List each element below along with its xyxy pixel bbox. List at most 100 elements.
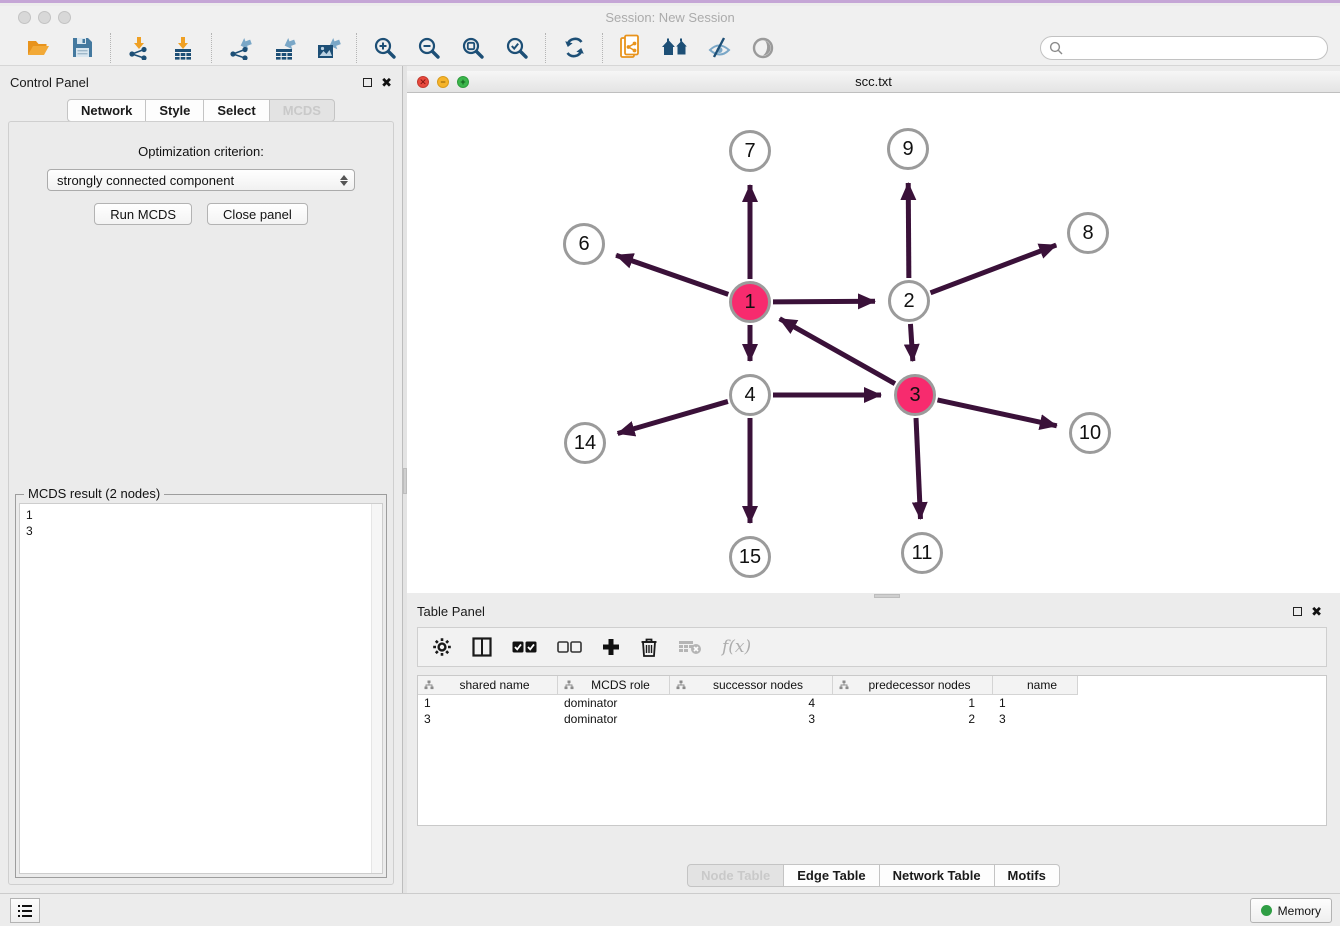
unchecked-boxes-icon[interactable] [557, 641, 582, 653]
graph-edge-3-1[interactable] [780, 319, 895, 384]
cell-successor-nodes[interactable]: 3 [670, 711, 833, 727]
task-history-button[interactable] [10, 898, 40, 923]
close-panel-button[interactable]: Close panel [207, 203, 308, 225]
add-column-icon[interactable] [602, 638, 620, 656]
search-field[interactable] [1040, 36, 1328, 60]
graph-node-14[interactable]: 14 [564, 422, 606, 464]
splitter-grip[interactable] [874, 594, 900, 598]
function-builder-icon[interactable]: f(x) [722, 637, 751, 657]
cell-name[interactable]: 1 [993, 695, 1078, 711]
search-input[interactable] [1068, 41, 1319, 55]
graph-node-2[interactable]: 2 [888, 280, 930, 322]
export-image-icon[interactable] [314, 34, 342, 62]
close-panel-icon[interactable]: ✖ [1311, 605, 1322, 618]
network-window-titlebar[interactable]: ✕ − + scc.txt [407, 71, 1340, 93]
graph-node-1[interactable]: 1 [729, 281, 771, 323]
table-tab-node-table[interactable]: Node Table [687, 864, 784, 887]
import-table-icon[interactable] [169, 34, 197, 62]
cell-name[interactable]: 3 [993, 711, 1078, 727]
tab-mcds[interactable]: MCDS [269, 99, 335, 122]
run-mcds-button[interactable]: Run MCDS [94, 203, 192, 225]
zoom-fit-icon[interactable] [459, 34, 487, 62]
close-panel-icon[interactable]: ✖ [381, 76, 392, 89]
tab-select[interactable]: Select [203, 99, 269, 122]
split-columns-icon[interactable] [472, 637, 492, 657]
cell-shared-name[interactable]: 3 [418, 711, 558, 727]
node-table[interactable]: shared nameMCDS rolesuccessor nodesprede… [417, 675, 1327, 826]
table-panel-title: Table Panel [417, 604, 1293, 619]
graph-edge-2-9[interactable] [908, 183, 909, 278]
tab-network[interactable]: Network [67, 99, 146, 122]
graph-edge-2-3[interactable] [910, 324, 912, 361]
graph-node-10[interactable]: 10 [1069, 412, 1111, 454]
graph-node-6[interactable]: 6 [563, 223, 605, 265]
table-row[interactable]: 1dominator411 [418, 695, 1326, 711]
table-tab-edge-table[interactable]: Edge Table [783, 864, 879, 887]
column-header-predecessor-nodes[interactable]: predecessor nodes [833, 676, 993, 695]
graph-edge-2-8[interactable] [931, 245, 1057, 293]
import-network-icon[interactable] [125, 34, 153, 62]
graph-edge-1-2[interactable] [773, 301, 875, 302]
clone-network-icon[interactable] [617, 34, 645, 62]
graph-edge-3-10[interactable] [937, 400, 1056, 426]
gear-icon[interactable] [432, 637, 452, 657]
float-panel-icon[interactable] [363, 78, 372, 87]
eye-icon[interactable] [749, 34, 777, 62]
dropdown-stepper-icon [340, 175, 348, 186]
graph-node-8[interactable]: 8 [1067, 212, 1109, 254]
zoom-out-icon[interactable] [415, 34, 443, 62]
mcds-result-title: MCDS result (2 nodes) [24, 486, 164, 501]
eye-slash-icon[interactable] [705, 34, 733, 62]
application-window: Session: New Session [0, 0, 1340, 926]
export-table-icon[interactable] [270, 34, 298, 62]
cell-shared-name[interactable]: 1 [418, 695, 558, 711]
criterion-value: strongly connected component [57, 173, 340, 188]
table-toolbar: f(x) [417, 627, 1327, 667]
export-network-icon[interactable] [226, 34, 254, 62]
column-header-shared-name[interactable]: shared name [418, 676, 558, 695]
checked-boxes-icon[interactable] [512, 641, 537, 653]
cell-mcds-role[interactable]: dominator [558, 695, 670, 711]
graph-edge-1-6[interactable] [616, 255, 728, 294]
criterion-dropdown[interactable]: strongly connected component [47, 169, 355, 191]
graph-node-9[interactable]: 9 [887, 128, 929, 170]
cell-mcds-role[interactable]: dominator [558, 711, 670, 727]
graph-edge-4-14[interactable] [618, 401, 728, 433]
houses-icon[interactable] [661, 34, 689, 62]
window-title: Session: New Session [0, 10, 1340, 25]
cell-predecessor-nodes[interactable]: 2 [833, 711, 993, 727]
table-tab-motifs[interactable]: Motifs [994, 864, 1060, 887]
column-header-mcds-role[interactable]: MCDS role [558, 676, 670, 695]
memory-button[interactable]: Memory [1250, 898, 1332, 923]
cell-predecessor-nodes[interactable]: 1 [833, 695, 993, 711]
table-panel: Table Panel ✖ [407, 599, 1340, 893]
table-row[interactable]: 3dominator323 [418, 711, 1326, 727]
result-scrollbar[interactable] [371, 504, 382, 873]
save-icon[interactable] [68, 34, 96, 62]
delete-table-icon[interactable] [678, 639, 702, 655]
search-icon [1049, 41, 1063, 55]
mcds-result-text[interactable]: 1 3 [19, 503, 383, 874]
cell-successor-nodes[interactable]: 4 [670, 695, 833, 711]
network-window-title: scc.txt [407, 74, 1340, 89]
refresh-icon[interactable] [560, 34, 588, 62]
graph-node-15[interactable]: 15 [729, 536, 771, 578]
tab-style[interactable]: Style [145, 99, 204, 122]
graph-node-7[interactable]: 7 [729, 130, 771, 172]
graph-node-11[interactable]: 11 [901, 532, 943, 574]
graph-node-4[interactable]: 4 [729, 374, 771, 416]
zoom-selected-icon[interactable] [503, 34, 531, 62]
open-folder-icon[interactable] [24, 34, 52, 62]
memory-status-icon [1261, 905, 1272, 916]
column-header-successor-nodes[interactable]: successor nodes [670, 676, 833, 695]
column-header-name[interactable]: name [993, 676, 1078, 695]
mcds-result-group: MCDS result (2 nodes) 1 3 [15, 494, 387, 878]
graph-edge-3-11[interactable] [916, 418, 920, 519]
network-window: ✕ − + scc.txt 7 9 6 8 1 2 4 3 14 10 15 11 [407, 71, 1340, 593]
float-panel-icon[interactable] [1293, 607, 1302, 616]
trash-icon[interactable] [640, 637, 658, 657]
zoom-in-icon[interactable] [371, 34, 399, 62]
graph-node-3[interactable]: 3 [894, 374, 936, 416]
network-canvas[interactable]: 7 9 6 8 1 2 4 3 14 10 15 11 [407, 93, 1340, 593]
table-tab-network-table[interactable]: Network Table [879, 864, 995, 887]
